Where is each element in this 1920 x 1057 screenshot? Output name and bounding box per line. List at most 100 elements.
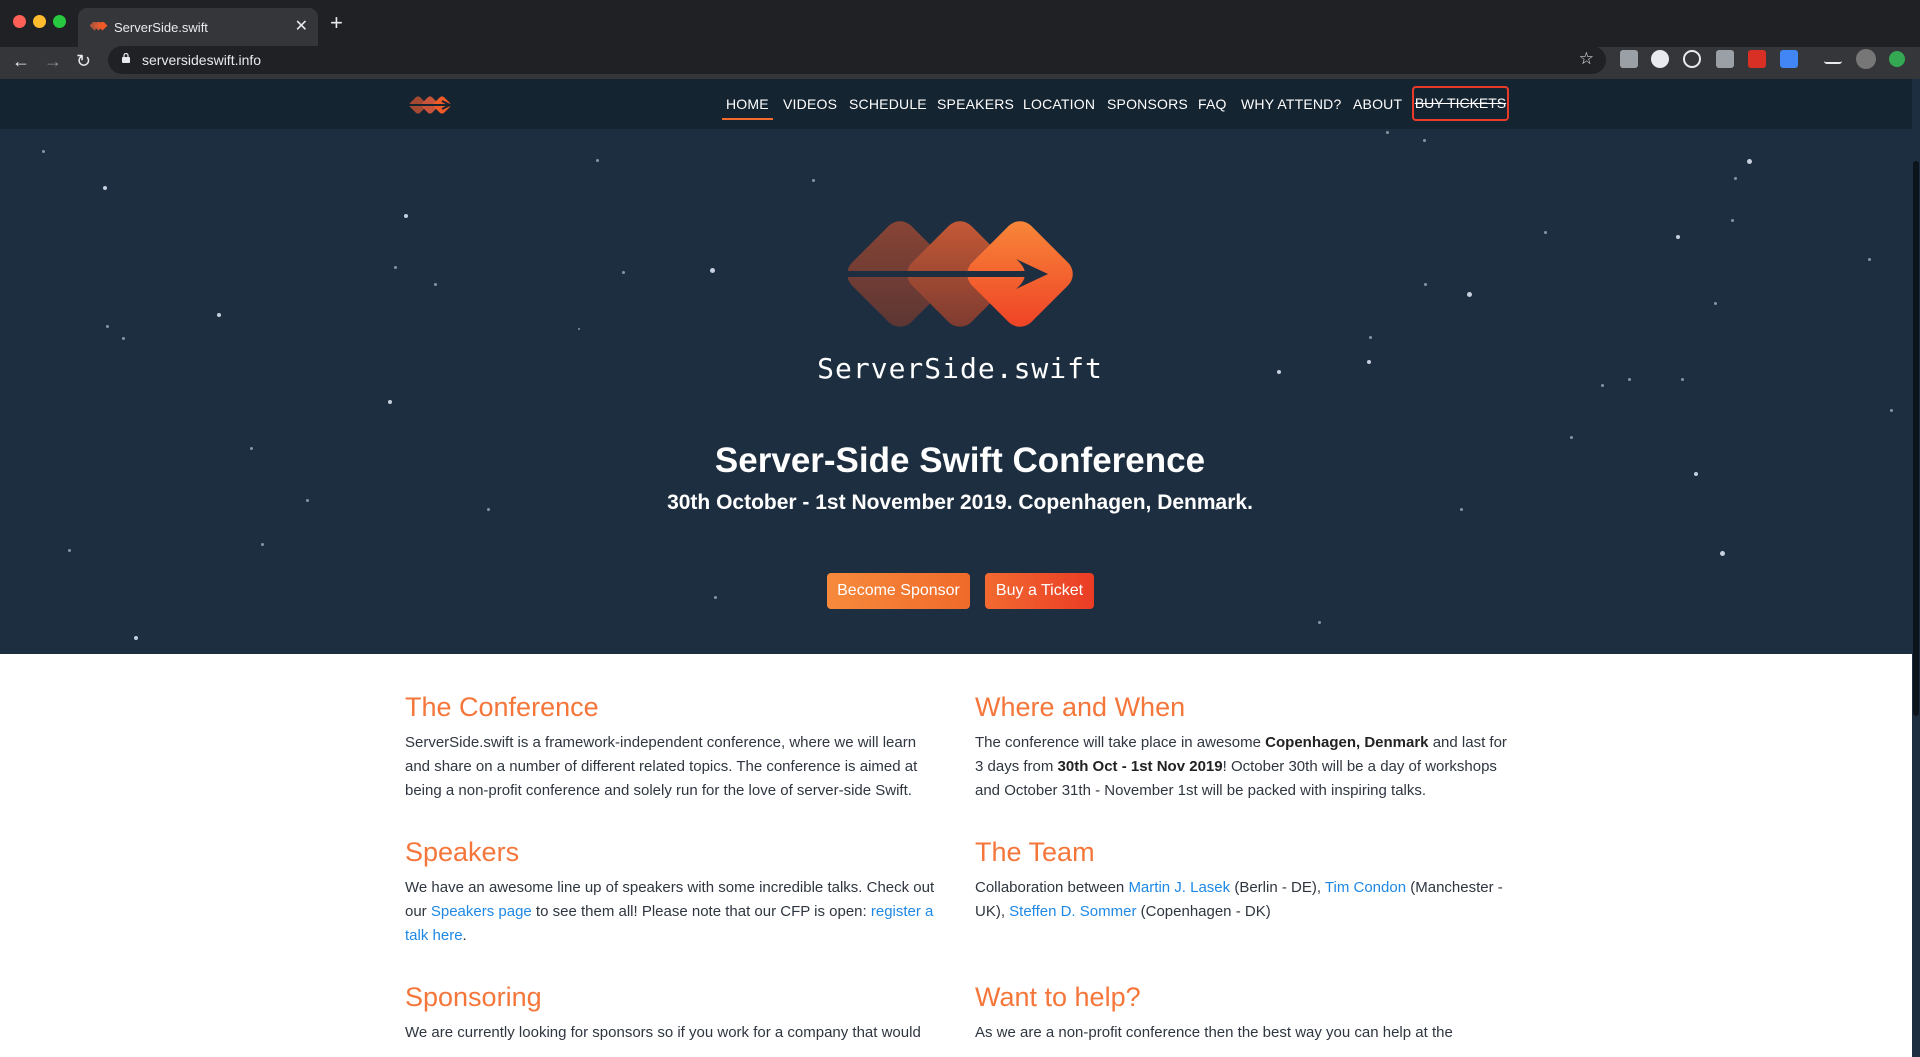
text: (Copenhagen - DK): [1136, 903, 1271, 920]
close-icon[interactable]: ✕: [295, 16, 308, 36]
star-dot: [1318, 621, 1321, 624]
star-dot: [596, 159, 599, 162]
star-dot: [261, 543, 264, 546]
member-link[interactable]: Steffen D. Sommer: [1009, 903, 1136, 920]
section-heading: Where and When: [975, 692, 1186, 722]
section-text: ServerSide.swift is a framework-independ…: [405, 734, 918, 799]
conference-logo: [838, 221, 1073, 327]
buy-tickets-button[interactable]: BUY TICKETS: [1412, 86, 1509, 121]
forward-icon[interactable]: →: [44, 51, 62, 72]
star-dot: [1544, 231, 1547, 234]
extension-icon[interactable]: [1651, 50, 1669, 68]
section-heading: The Conference: [405, 692, 599, 722]
reload-icon[interactable]: ↻: [76, 51, 91, 72]
section-heading: Sponsoring: [405, 982, 542, 1012]
member-link[interactable]: Tim Condon: [1325, 879, 1406, 896]
star-dot: [217, 313, 221, 317]
avatar[interactable]: [1856, 49, 1876, 69]
brand-wordmark: ServerSide.swift: [817, 352, 1103, 385]
extension-icon[interactable]: [1748, 50, 1766, 68]
star-dot: [42, 150, 45, 153]
extension-icon[interactable]: [1716, 50, 1734, 68]
section-heading: The Team: [975, 837, 1095, 867]
nav-speakers[interactable]: SPEAKERS: [937, 96, 1014, 112]
extension-icon[interactable]: [1683, 50, 1701, 68]
section-text: We are currently looking for sponsors so…: [405, 1024, 921, 1041]
star-dot: [1369, 336, 1372, 339]
nav-schedule[interactable]: SCHEDULE: [849, 96, 927, 112]
text: Collaboration between: [975, 879, 1129, 896]
section-text: We have an awesome line up of speakers w…: [405, 876, 945, 948]
nav-home[interactable]: HOME: [722, 96, 773, 120]
star-dot: [1731, 219, 1734, 222]
star-dot: [1868, 258, 1871, 261]
browser-titlebar: ServerSide.swift ✕ +: [0, 0, 1920, 47]
star-icon[interactable]: ☆: [1579, 49, 1594, 69]
star-dot: [1570, 436, 1573, 439]
star-dot: [1747, 159, 1752, 164]
plus-icon[interactable]: +: [330, 12, 343, 34]
zoom-window-button[interactable]: [53, 15, 66, 28]
section-text: The conference will take place in awesom…: [975, 731, 1515, 803]
favicon-icon: [90, 22, 108, 31]
extension-icon[interactable]: [1780, 50, 1798, 68]
buy-ticket-button[interactable]: Buy a Ticket: [985, 573, 1094, 609]
hero-title: Server-Side Swift Conference: [714, 441, 1206, 480]
minimize-window-button[interactable]: [33, 15, 46, 28]
section-conference: The Conference ServerSide.swift is a fra…: [405, 692, 945, 803]
site-logo[interactable]: [406, 93, 460, 117]
star-dot: [1714, 302, 1717, 305]
star-dot: [106, 325, 109, 328]
text: .: [462, 927, 467, 944]
scrollbar-thumb[interactable]: [1913, 161, 1919, 716]
section-where-when: Where and When The conference will take …: [975, 692, 1515, 803]
member-link[interactable]: Martin J. Lasek: [1128, 879, 1230, 896]
nav-why-attend[interactable]: WHY ATTEND?: [1241, 96, 1341, 112]
star-dot: [1734, 177, 1737, 180]
hero-subtitle: 30th October - 1st November 2019. Copenh…: [667, 491, 1253, 514]
nav-location[interactable]: LOCATION: [1023, 96, 1095, 112]
text: to see them all! Please note that our CF…: [531, 903, 871, 920]
star-dot: [710, 268, 715, 273]
star-dot: [714, 596, 717, 599]
star-dot: [388, 400, 392, 404]
star-dot: [394, 266, 397, 269]
scrollbar[interactable]: [1912, 79, 1920, 1057]
section-speakers: Speakers We have an awesome line up of s…: [405, 837, 945, 948]
nav-faq[interactable]: FAQ: [1198, 96, 1227, 112]
section-text: Collaboration between Martin J. Lasek (B…: [975, 876, 1515, 924]
back-icon[interactable]: ←: [12, 51, 30, 72]
star-dot: [122, 337, 125, 340]
section-help: Want to help? As we are a non-profit con…: [975, 982, 1515, 1045]
extension-icon[interactable]: [1620, 50, 1638, 68]
star-dot: [622, 271, 625, 274]
nav-videos[interactable]: VIDEOS: [783, 96, 837, 112]
tab-title: ServerSide.swift: [114, 20, 208, 35]
text: (Berlin - DE),: [1230, 879, 1325, 896]
star-dot: [404, 214, 408, 218]
close-window-button[interactable]: [13, 15, 26, 28]
nav-sponsors[interactable]: SPONSORS: [1107, 96, 1188, 112]
extension-icon[interactable]: [1824, 50, 1842, 64]
browser-tab[interactable]: ServerSide.swift ✕: [78, 8, 318, 47]
star-dot: [1890, 409, 1893, 412]
star-dot: [68, 549, 71, 552]
text: The conference will take place in awesom…: [975, 734, 1266, 751]
section-heading: Want to help?: [975, 982, 1141, 1012]
site-navbar: HOME VIDEOS SCHEDULE SPEAKERS LOCATION S…: [0, 79, 1920, 129]
star-dot: [1720, 551, 1725, 556]
star-dot: [578, 328, 580, 330]
section-text: As we are a non-profit conference then t…: [975, 1024, 1453, 1041]
lock-icon: [122, 53, 130, 63]
star-dot: [1676, 235, 1680, 239]
nav-about[interactable]: ABOUT: [1353, 96, 1402, 112]
section-team: The Team Collaboration between Martin J.…: [975, 837, 1515, 924]
extension-icon[interactable]: [1889, 51, 1905, 67]
become-sponsor-button[interactable]: Become Sponsor: [827, 573, 970, 609]
speakers-page-link[interactable]: Speakers page: [431, 903, 532, 920]
section-heading: Speakers: [405, 837, 520, 867]
address-bar[interactable]: serversideswift.info ☆: [108, 46, 1606, 74]
hero-section: ServerSide.swift Server-Side Swift Confe…: [0, 129, 1920, 654]
star-dot: [1424, 283, 1427, 286]
star-dot: [103, 186, 107, 190]
